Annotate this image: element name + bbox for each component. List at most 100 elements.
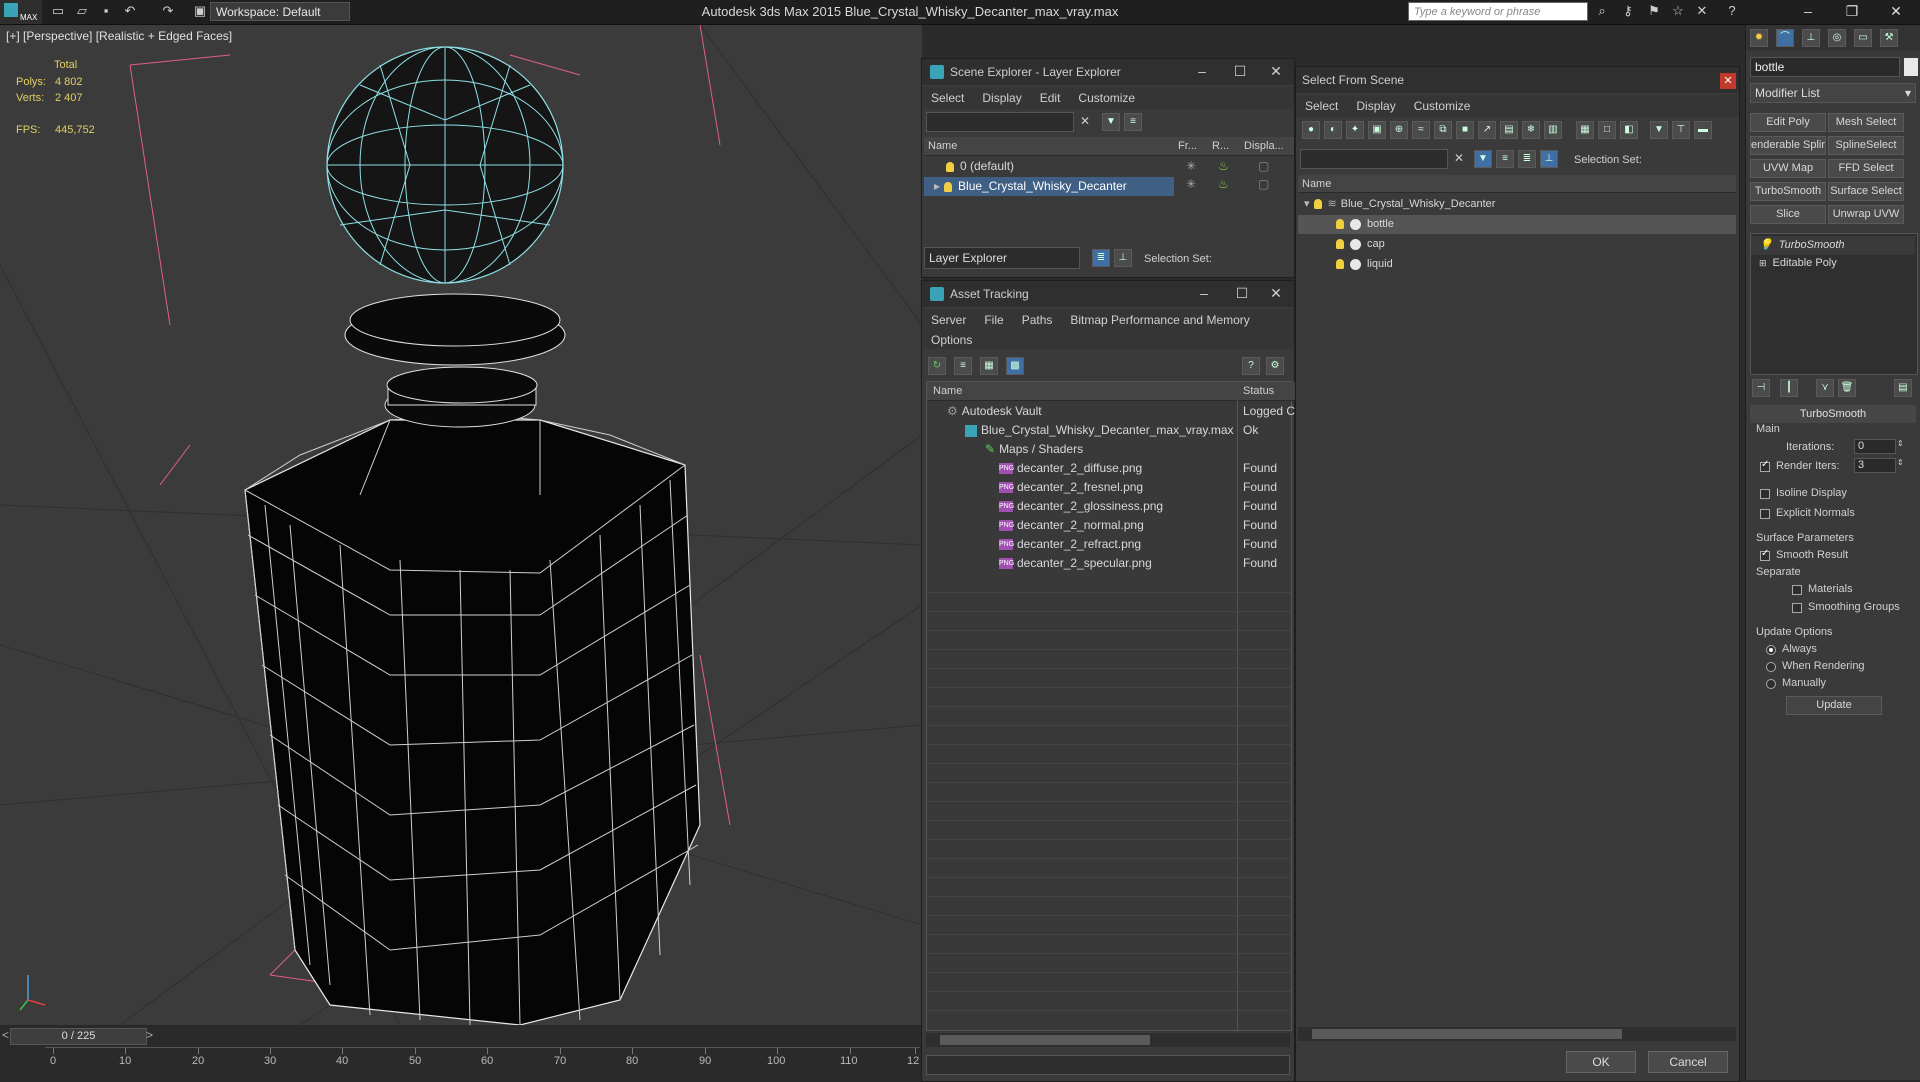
turbosmooth-button[interactable]: TurboSmooth — [1750, 182, 1826, 201]
asset-row[interactable]: ⚙ Autodesk Vault — [947, 402, 1235, 421]
lightbulb-icon[interactable] — [1336, 239, 1344, 250]
col-name[interactable]: Name — [1298, 175, 1736, 193]
filter-lights-icon[interactable]: ✦ — [1346, 121, 1364, 139]
menu-edit[interactable]: Edit — [1031, 87, 1070, 109]
search-input[interactable]: Type a keyword or phrase — [1408, 2, 1588, 21]
surface-select-button[interactable]: Surface Select — [1828, 182, 1904, 201]
asset-row[interactable]: PNG decanter_2_specular.png — [999, 554, 1235, 573]
spinner-arrows-icon[interactable]: ⇕ — [1897, 458, 1904, 467]
horizontal-scrollbar[interactable] — [1298, 1027, 1736, 1041]
menu-display[interactable]: Display — [1347, 95, 1404, 117]
filter-shapes-icon[interactable]: ◐ — [1324, 121, 1342, 139]
table-view-icon[interactable]: ▩ — [1006, 357, 1024, 375]
unwrap-uvw-button[interactable]: Unwrap UVW — [1828, 205, 1904, 224]
next-frame-button[interactable]: > — [146, 1028, 153, 1042]
asset-row[interactable]: ✎ Maps / Shaders — [985, 440, 1235, 459]
filter-icon[interactable]: ▼ — [1102, 113, 1120, 131]
explicit-normals-checkbox[interactable] — [1760, 509, 1770, 519]
filter-xrefs-icon[interactable]: ■ — [1456, 121, 1474, 139]
menu-paths[interactable]: Paths — [1013, 309, 1062, 331]
open-file-icon[interactable]: ▱ — [74, 3, 90, 19]
edit-poly-button[interactable]: Edit Poly — [1750, 113, 1826, 132]
stack-item-turbosmooth[interactable]: 💡 TurboSmooth — [1751, 236, 1915, 255]
menu-select[interactable]: Select — [1296, 95, 1347, 117]
motion-tab-icon[interactable]: ◎ — [1828, 29, 1846, 47]
expand-arrow-icon[interactable]: ▸ — [934, 179, 940, 193]
layers-icon[interactable]: ≡ — [1124, 113, 1142, 131]
object-name-field[interactable]: bottle — [1750, 57, 1900, 77]
expand-plus-icon[interactable]: ⊞ — [1759, 258, 1767, 268]
close-button[interactable]: ✕ — [1720, 73, 1736, 89]
remove-modifier-icon[interactable]: 🗑 — [1838, 379, 1856, 397]
key-icon[interactable]: ⚷ — [1620, 3, 1636, 19]
menu-select[interactable]: Select — [922, 87, 973, 109]
hierarchy-icon[interactable]: ⊥ — [1540, 150, 1558, 168]
filter-helpers-icon[interactable]: ⊕ — [1390, 121, 1408, 139]
perspective-viewport[interactable]: [+] [Perspective] [Realistic + Edged Fac… — [0, 25, 922, 1025]
show-end-result-icon[interactable]: ┃ — [1780, 379, 1798, 397]
smooth-result-checkbox[interactable] — [1760, 548, 1770, 561]
col-name[interactable]: Name — [927, 382, 1243, 401]
menu-options[interactable]: Options — [922, 329, 981, 351]
uvw-map-button[interactable]: UVW Map — [1750, 159, 1826, 178]
scrollbar-thumb[interactable] — [940, 1035, 1150, 1045]
help-icon[interactable]: ? — [1724, 3, 1740, 19]
col-name[interactable]: Name — [924, 137, 1176, 156]
tree-row[interactable]: ▾ ≋ Blue_Crystal_Whisky_Decanter — [1298, 195, 1736, 214]
menu-bitmap-performance[interactable]: Bitmap Performance and Memory — [1061, 309, 1258, 331]
lightbulb-icon[interactable] — [1313, 199, 1322, 210]
col-status[interactable]: Status — [1239, 382, 1295, 401]
lightbulb-icon[interactable] — [946, 161, 954, 172]
layer-row[interactable]: 0 (default) ✳ ♨ ▢ — [924, 157, 1292, 176]
refresh-icon[interactable]: ↻ — [928, 357, 946, 375]
filter-hidden-icon[interactable]: ▥ — [1544, 121, 1562, 139]
display-box-icon[interactable]: ▢ — [1258, 177, 1269, 191]
renderable-spline-button[interactable]: enderable Splir — [1750, 136, 1826, 155]
smoothing-groups-checkbox[interactable] — [1792, 603, 1802, 613]
modifier-list-dropdown[interactable]: Modifier List ▾ — [1750, 83, 1916, 103]
lightbulb-icon[interactable] — [1336, 219, 1344, 230]
layers-icon[interactable]: ≡ — [1496, 150, 1514, 168]
tree-row[interactable]: liquid — [1298, 255, 1736, 274]
filter-bones-icon[interactable]: ↗ — [1478, 121, 1496, 139]
clear-search-icon[interactable]: ✕ — [1080, 114, 1090, 128]
search-field[interactable] — [1300, 149, 1448, 169]
asset-row[interactable]: PNG decanter_2_glossiness.png — [999, 497, 1235, 516]
scrollbar-thumb[interactable] — [1312, 1029, 1622, 1039]
render-iters-spinner[interactable]: 3 — [1854, 458, 1896, 473]
bulb-toggle-icon[interactable]: 💡 — [1759, 239, 1773, 251]
make-unique-icon[interactable]: ⋎ — [1816, 379, 1834, 397]
always-radio[interactable] — [1766, 645, 1776, 655]
menu-customize[interactable]: Customize — [1069, 87, 1144, 109]
display-box-icon[interactable]: ▢ — [1258, 157, 1269, 176]
ok-button[interactable]: OK — [1566, 1051, 1636, 1073]
col-display[interactable]: Displa... — [1242, 137, 1294, 156]
menu-server[interactable]: Server — [922, 309, 975, 331]
render-iters-checkbox[interactable] — [1760, 459, 1770, 472]
pin-stack-icon[interactable]: ⊣ — [1752, 379, 1770, 397]
col-frozen[interactable]: Fr... — [1176, 137, 1210, 156]
spline-select-button[interactable]: SplineSelect — [1828, 136, 1904, 155]
update-button[interactable]: Update — [1786, 696, 1882, 715]
filter-cameras-icon[interactable]: ▣ — [1368, 121, 1386, 139]
slice-button[interactable]: Slice — [1750, 205, 1826, 224]
close-button[interactable]: ✕ — [1256, 59, 1296, 85]
funnel-filter-icon[interactable]: ▼ — [1650, 121, 1668, 139]
menu-file[interactable]: File — [975, 309, 1012, 331]
filter-icon[interactable]: ▼ — [1474, 150, 1492, 168]
freeze-icon[interactable]: ✳ — [1186, 177, 1196, 191]
layers-toggle-icon[interactable]: ≣ — [1092, 249, 1110, 267]
asset-row[interactable]: PNG decanter_2_fresnel.png — [999, 478, 1235, 497]
freeze-icon[interactable]: ✳ — [1186, 157, 1196, 176]
asset-row[interactable]: PNG decanter_2_normal.png — [999, 516, 1235, 535]
new-file-icon[interactable]: ▭ — [50, 3, 66, 19]
menu-customize[interactable]: Customize — [1405, 95, 1480, 117]
col-render[interactable]: R... — [1210, 137, 1242, 156]
layer-row-selected[interactable]: ▸ Blue_Crystal_Whisky_Decanter — [924, 177, 1174, 196]
redo-icon[interactable]: ↷ — [160, 3, 176, 19]
minimize-button[interactable]: – — [1184, 281, 1224, 307]
hierarchy-icon[interactable]: ⊥ — [1114, 249, 1132, 267]
time-slider[interactable]: 0 / 225 — [10, 1028, 147, 1045]
thumbnail-view-icon[interactable]: ▦ — [980, 357, 998, 375]
save-icon[interactable]: ▪ — [98, 3, 114, 19]
